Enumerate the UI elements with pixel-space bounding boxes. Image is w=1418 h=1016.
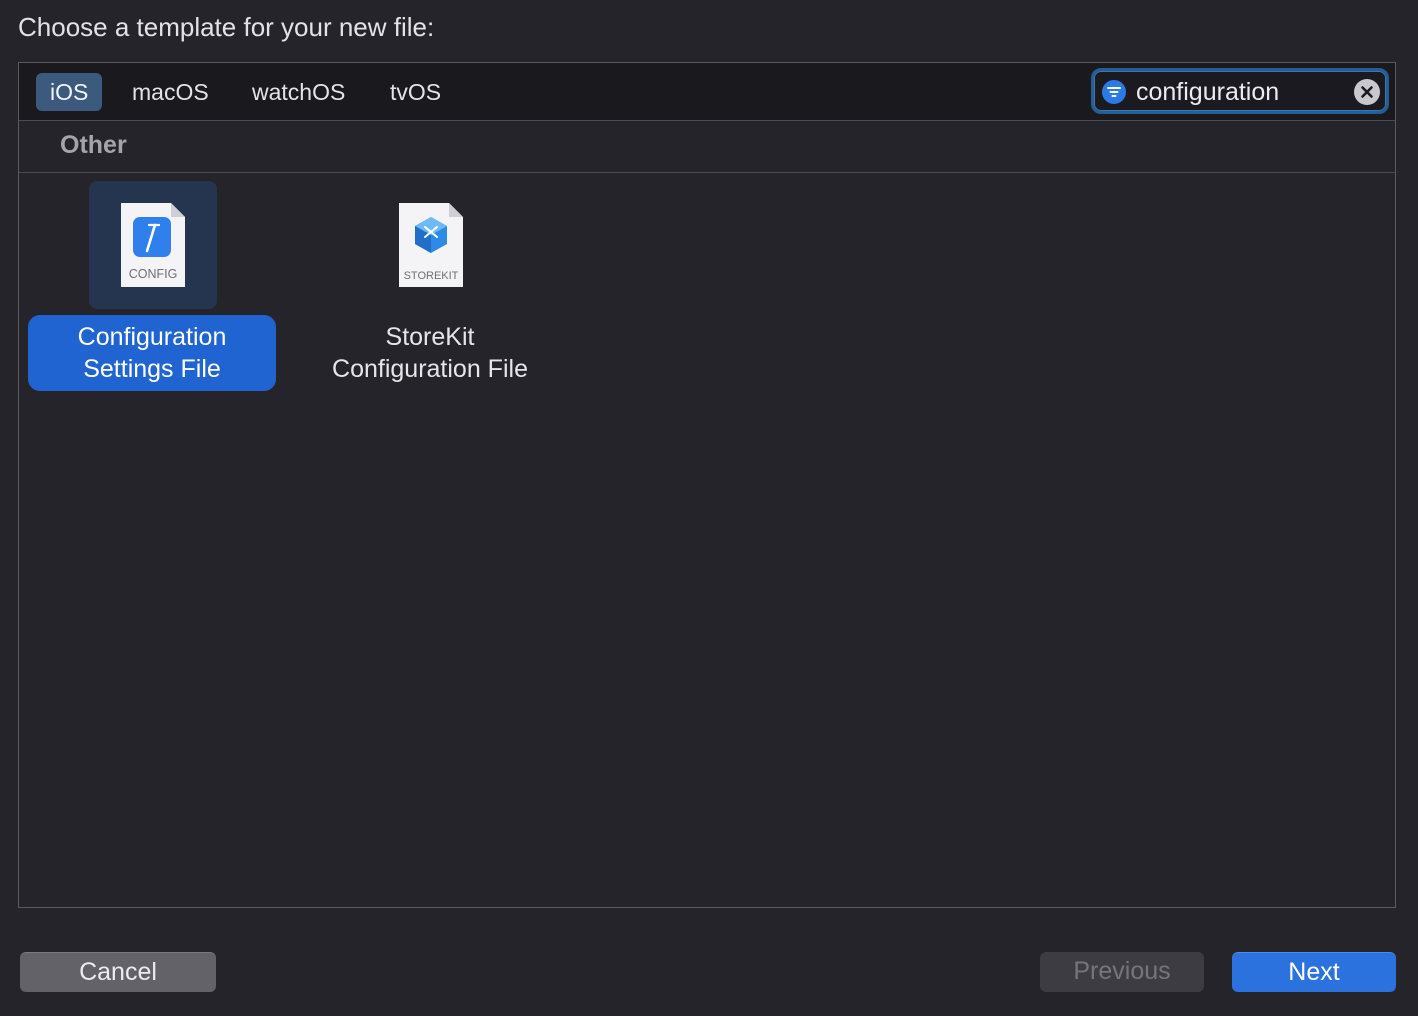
- tab-tvos[interactable]: tvOS: [376, 73, 455, 111]
- previous-button[interactable]: Previous: [1040, 952, 1204, 992]
- cancel-button[interactable]: Cancel: [20, 952, 216, 992]
- config-file-icon: CONFIG: [89, 181, 217, 309]
- template-badge: STOREKIT: [404, 270, 459, 282]
- clear-icon[interactable]: [1354, 79, 1380, 105]
- template-badge: CONFIG: [129, 267, 178, 281]
- new-file-dialog: Choose a template for your new file: iOS…: [0, 0, 1418, 1016]
- platform-bar: iOS macOS watchOS tvOS: [19, 63, 1395, 121]
- search-field[interactable]: [1091, 68, 1389, 114]
- section-header: Other: [19, 121, 1395, 173]
- template-label-line1: StoreKit: [385, 323, 475, 351]
- dialog-prompt: Choose a template for your new file:: [18, 12, 435, 42]
- storekit-file-icon: STOREKIT: [367, 181, 495, 309]
- tab-macos[interactable]: macOS: [118, 73, 223, 111]
- next-button[interactable]: Next: [1232, 952, 1396, 992]
- template-label: StoreKit Configuration File: [306, 315, 554, 391]
- tab-ios[interactable]: iOS: [36, 73, 103, 111]
- filter-icon[interactable]: [1102, 80, 1126, 104]
- template-storekit-configuration-file[interactable]: STOREKIT StoreKit Configuration File: [306, 181, 556, 401]
- search-input[interactable]: [1136, 74, 1346, 110]
- template-label: Configuration Settings File: [28, 315, 276, 391]
- template-configuration-settings-file[interactable]: CONFIG Configuration Settings File: [28, 181, 278, 401]
- tab-watchos[interactable]: watchOS: [238, 73, 359, 111]
- section-title: Other: [60, 131, 127, 159]
- template-label-line1: Configuration: [77, 323, 227, 351]
- template-label-line2: Configuration File: [332, 355, 528, 383]
- template-chooser-panel: iOS macOS watchOS tvOS configuration Oth…: [18, 62, 1396, 908]
- template-label-line2: Settings File: [83, 355, 221, 383]
